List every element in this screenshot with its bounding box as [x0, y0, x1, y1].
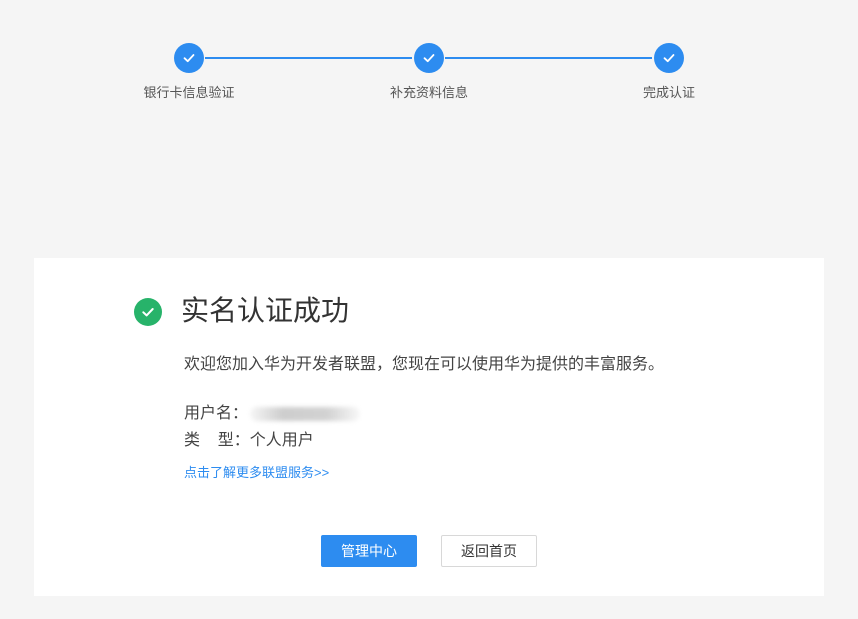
step-3-label: 完成认证	[642, 85, 695, 100]
learn-more-services-link[interactable]: 点击了解更多联盟服务>>	[184, 464, 329, 482]
account-type-label: 类 型：	[184, 432, 250, 449]
checkmark-icon	[663, 54, 675, 63]
username-label: 用户名：	[184, 405, 249, 422]
step-2-done-indicator	[414, 43, 444, 73]
account-type-row: 类 型： 个人用户	[184, 430, 314, 452]
checkmark-icon	[142, 308, 154, 317]
checkmark-icon	[183, 54, 195, 63]
account-type-value: 个人用户	[249, 432, 314, 449]
verification-result-card: 实名认证成功 欢迎您加入华为开发者联盟，您现在可以使用华为提供的丰富服务。 用户…	[34, 258, 824, 596]
welcome-message: 欢迎您加入华为开发者联盟，您现在可以使用华为提供的丰富服务。	[184, 356, 665, 373]
username-row: 用户名：	[184, 403, 361, 425]
manage-center-button[interactable]: 管理中心	[321, 535, 417, 567]
checkmark-icon	[423, 54, 435, 63]
username-value-redacted	[250, 407, 361, 421]
step-connector-1	[205, 57, 412, 59]
page-title: 实名认证成功	[181, 295, 350, 326]
success-check-icon	[134, 298, 162, 326]
step-2-label: 补充资料信息	[389, 85, 468, 100]
step-3-done-indicator	[654, 43, 684, 73]
step-1-label: 银行卡信息验证	[143, 85, 235, 100]
step-1-done-indicator	[174, 43, 204, 73]
back-home-button[interactable]: 返回首页	[441, 535, 537, 567]
progress-stepper: 银行卡信息验证 补充资料信息 完成认证	[0, 0, 858, 120]
step-connector-2	[445, 57, 652, 59]
